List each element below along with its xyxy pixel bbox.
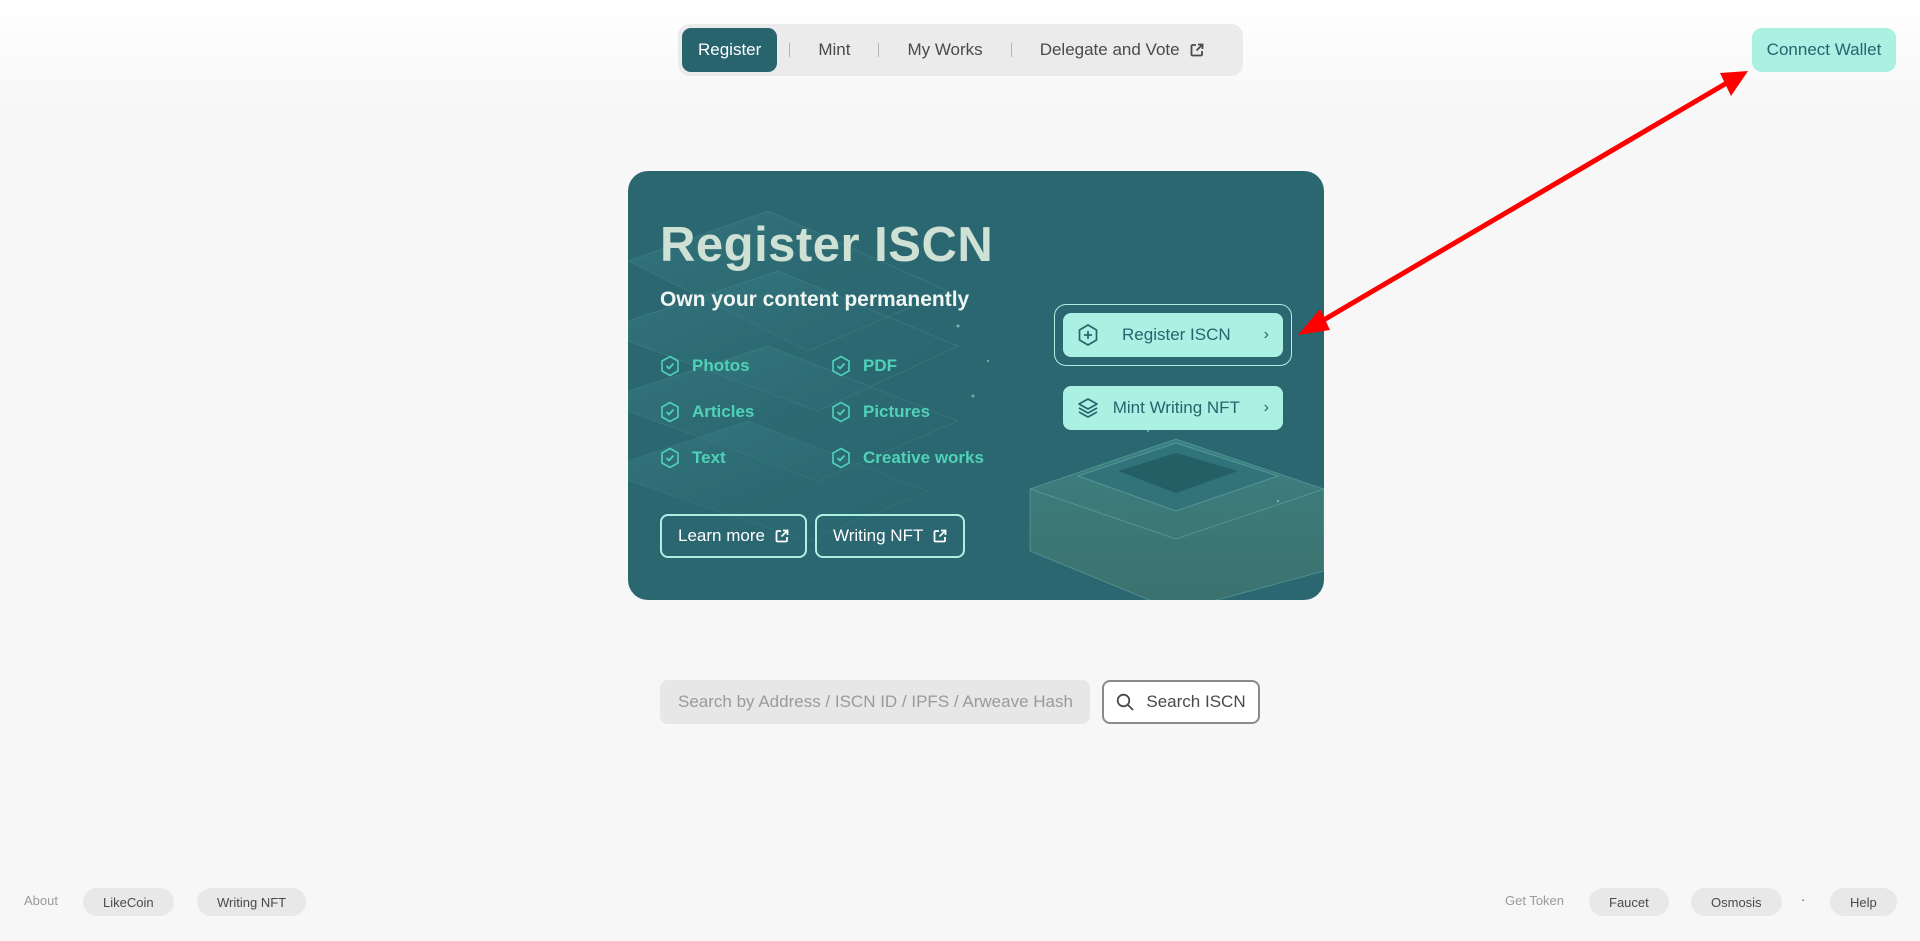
nav-divider xyxy=(878,43,880,57)
chevron-right-icon: › xyxy=(1263,326,1269,343)
nav-divider xyxy=(789,43,791,57)
mint-writing-nft-button[interactable]: Mint Writing NFT › xyxy=(1063,386,1283,430)
main-nav: Register Mint My Works Delegate and Vote xyxy=(678,24,1243,76)
feature-pdf: PDF xyxy=(831,355,897,377)
check-hexagon-icon xyxy=(832,401,850,423)
link-label: Learn more xyxy=(678,526,765,545)
nav-tab-my-works[interactable]: My Works xyxy=(891,28,998,72)
feature-label: Text xyxy=(692,448,726,467)
check-hexagon-icon xyxy=(832,447,850,469)
check-hexagon-icon xyxy=(832,355,850,377)
search-iscn-button[interactable]: Search ISCN xyxy=(1102,680,1260,724)
nav-tab-register[interactable]: Register xyxy=(682,28,778,72)
external-link-icon xyxy=(933,529,947,543)
footer-separator: · xyxy=(1801,892,1806,907)
writing-nft-link[interactable]: Writing NFT xyxy=(815,514,966,558)
footer-link-help[interactable]: Help xyxy=(1830,888,1897,916)
external-link-icon xyxy=(775,529,789,543)
card-title: Register ISCN xyxy=(660,218,994,272)
link-label: Writing NFT xyxy=(833,526,924,545)
button-label: Search ISCN xyxy=(1146,692,1246,711)
nav-tab-mint[interactable]: Mint xyxy=(802,28,866,72)
footer-link-osmosis[interactable]: Osmosis xyxy=(1691,888,1782,916)
button-label: Mint Writing NFT xyxy=(1112,398,1240,417)
nav-tab-label: Delegate and Vote xyxy=(1039,40,1180,59)
feature-creative-works: Creative works xyxy=(831,447,984,469)
nav-divider xyxy=(1010,43,1012,57)
feature-articles: Articles xyxy=(660,401,754,423)
footer-link-writing-nft[interactable]: Writing NFT xyxy=(197,888,307,916)
feature-label: PDF xyxy=(863,356,897,375)
footer-link-faucet[interactable]: Faucet xyxy=(1589,888,1669,916)
search-input[interactable] xyxy=(660,680,1090,724)
feature-label: Creative works xyxy=(863,448,984,467)
check-hexagon-icon xyxy=(661,401,679,423)
card-subtitle: Own your content permanently xyxy=(660,288,970,311)
check-hexagon-icon xyxy=(661,447,679,469)
register-iscn-button[interactable]: Register ISCN › xyxy=(1063,313,1283,357)
footer-get-token-label: Get Token xyxy=(1505,893,1565,908)
register-iscn-card: Register ISCN Own your content permanent… xyxy=(628,171,1324,600)
layers-icon xyxy=(1078,398,1098,418)
feature-photos: Photos xyxy=(660,355,750,377)
feature-pictures: Pictures xyxy=(831,401,930,423)
footer-link-likecoin[interactable]: LikeCoin xyxy=(83,888,174,916)
plus-hexagon-icon xyxy=(1078,324,1098,346)
feature-label: Pictures xyxy=(863,402,931,421)
feature-text: Text xyxy=(660,447,726,469)
learn-more-link[interactable]: Learn more xyxy=(660,514,807,558)
chevron-right-icon: › xyxy=(1263,399,1269,416)
external-link-icon xyxy=(1190,43,1203,57)
search-icon xyxy=(1117,693,1134,711)
check-hexagon-icon xyxy=(661,355,679,377)
footer-about-label: About xyxy=(24,893,58,908)
feature-label: Photos xyxy=(692,356,750,375)
nav-tab-delegate-and-vote[interactable]: Delegate and Vote xyxy=(1024,28,1220,72)
connect-wallet-button[interactable]: Connect Wallet xyxy=(1752,28,1896,72)
button-label: Register ISCN xyxy=(1122,325,1231,344)
feature-label: Articles xyxy=(692,402,755,421)
